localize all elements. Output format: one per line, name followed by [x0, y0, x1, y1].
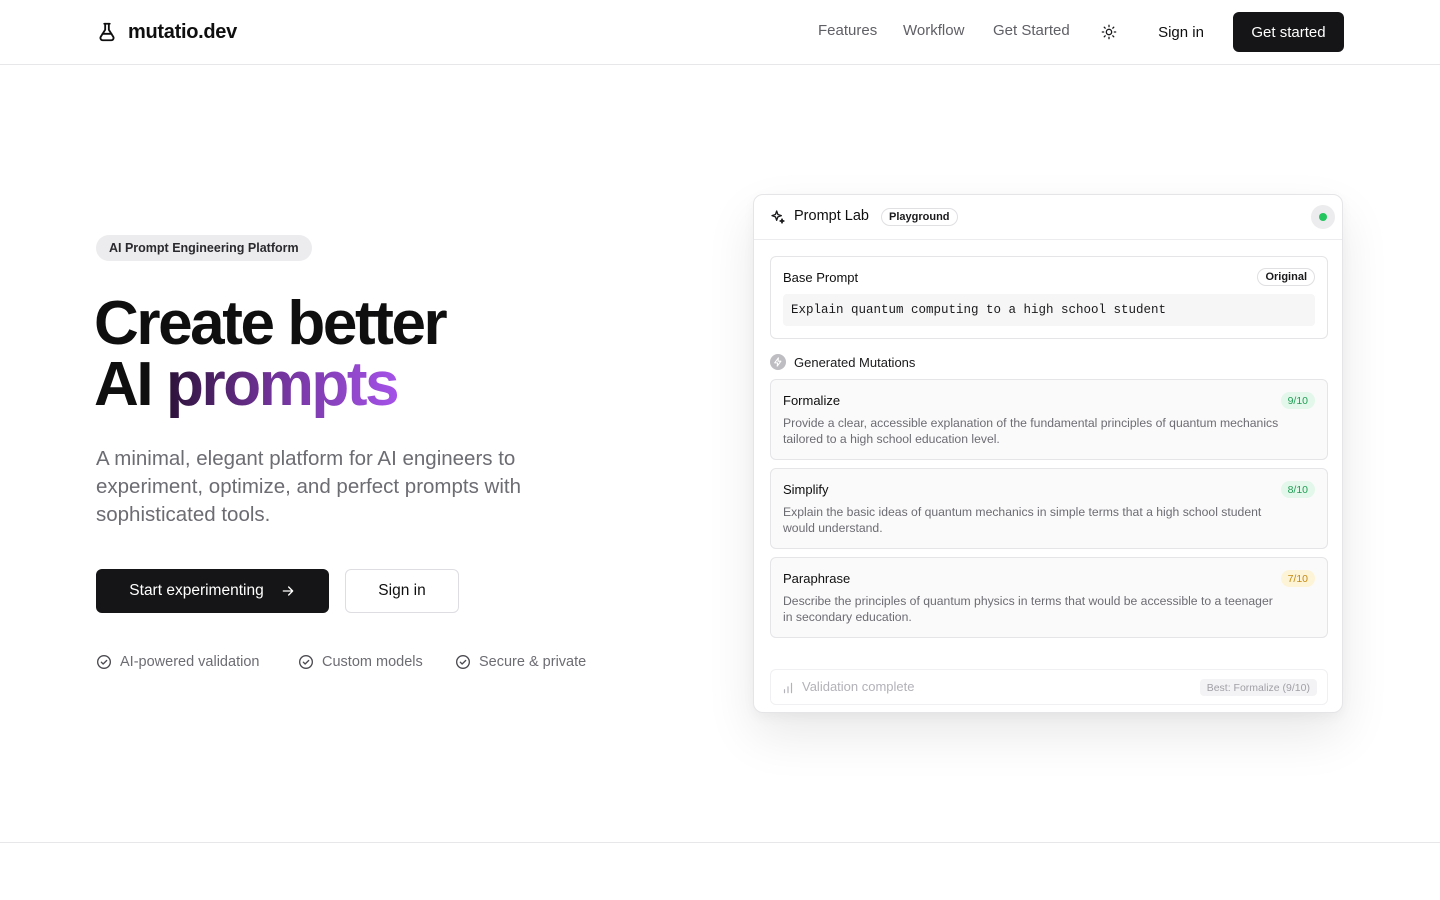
headline-gradient-word: prompts [166, 350, 400, 419]
nav-link-workflow[interactable]: Workflow [903, 22, 964, 39]
mutation-name: Paraphrase [783, 571, 851, 586]
sparkles-icon [771, 210, 785, 224]
mutation-score: 7/10 [1280, 570, 1315, 587]
feature-label: Secure & private [479, 654, 587, 670]
nav-link-features[interactable]: Features [818, 22, 877, 39]
hero-description: A minimal, elegant platform for AI engin… [96, 447, 521, 526]
nav-link-get-started[interactable]: Get Started [993, 22, 1070, 39]
bar-chart-icon [783, 682, 793, 694]
check-circle-icon [97, 655, 111, 669]
brand-name: mutatio.dev [128, 20, 237, 43]
best-result-badge: Best: Formalize (9/10) [1199, 679, 1317, 696]
mutations-heading-label: Generated Mutations [794, 354, 916, 370]
mutation-card-simplify[interactable]: Simplify 8/10 Explain the basic ideas of… [770, 468, 1328, 549]
feature-item: AI-powered validation [96, 654, 259, 670]
mutation-card-formalize[interactable]: Formalize 9/10 Provide a clear, accessib… [770, 379, 1328, 460]
base-prompt-box: Base Prompt Original Explain quantum com… [770, 256, 1328, 339]
feature-label: Custom models [322, 654, 423, 670]
check-circle-icon [299, 655, 313, 669]
status-indicator [1311, 205, 1335, 229]
mutation-description: Explain the basic ideas of quantum mecha… [783, 505, 1262, 535]
theme-toggle-button[interactable] [1096, 19, 1122, 45]
feature-item: Secure & private [455, 654, 586, 670]
site-header: mutatio.dev Features Workflow Get Starte… [0, 0, 1440, 65]
original-tag: Original [1257, 268, 1315, 286]
hero-headline: Create better AI prompts [94, 293, 448, 416]
mutation-score: 8/10 [1280, 481, 1315, 498]
header-sign-in-button[interactable]: Sign in [1145, 12, 1217, 52]
mutation-score: 9/10 [1280, 392, 1315, 409]
hero-sign-in-button[interactable]: Sign in [345, 569, 459, 613]
playground-pill: Playground [881, 208, 958, 226]
section-divider [0, 842, 1440, 843]
start-experimenting-label: Start experimenting [129, 582, 264, 599]
mutation-card-paraphrase[interactable]: Paraphrase 7/10 Describe the principles … [770, 557, 1328, 638]
zap-icon [770, 354, 786, 370]
status-dot [1319, 213, 1327, 221]
prompt-lab-title: Prompt Lab [794, 208, 869, 224]
base-prompt-text[interactable]: Explain quantum computing to a high scho… [783, 294, 1315, 326]
prompt-lab-header: Prompt Lab Playground [754, 195, 1342, 240]
validation-status-text: Validation complete [802, 679, 915, 694]
mutation-name: Simplify [783, 482, 829, 497]
start-experimenting-button[interactable]: Start experimenting [96, 569, 329, 613]
validation-status-bar: Validation complete Best: Formalize (9/1… [770, 669, 1328, 705]
mutations-heading: Generated Mutations [770, 354, 915, 370]
base-prompt-label: Base Prompt [783, 270, 859, 285]
flask-icon [99, 22, 115, 42]
headline-line-1: Create better [94, 289, 448, 358]
mutation-description: Describe the principles of quantum physi… [783, 594, 1273, 624]
hero-badge: AI Prompt Engineering Platform [96, 235, 312, 261]
headline-line-2-plain: AI [94, 350, 154, 419]
arrow-right-icon [282, 586, 294, 596]
prompt-lab-card: Prompt Lab Playground Base Prompt Origin… [753, 194, 1343, 713]
check-circle-icon [456, 655, 470, 669]
mutation-description: Provide a clear, accessible explanation … [783, 416, 1279, 446]
header-get-started-button[interactable]: Get started [1233, 12, 1344, 52]
sun-icon [1101, 24, 1117, 40]
feature-label: AI-powered validation [120, 654, 260, 670]
feature-item: Custom models [298, 654, 423, 670]
brand-logo[interactable]: mutatio.dev [96, 19, 237, 45]
mutation-name: Formalize [783, 393, 841, 408]
